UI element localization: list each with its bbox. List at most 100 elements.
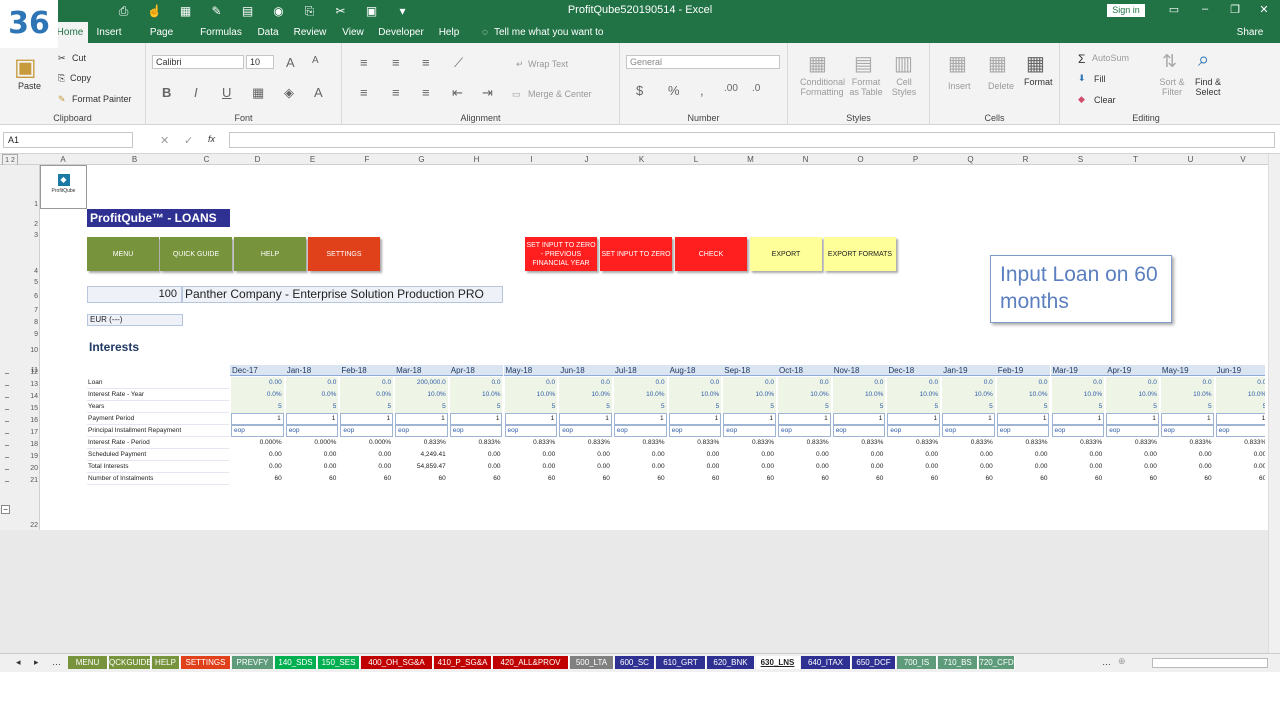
- insert-cells-button[interactable]: Insert: [948, 81, 971, 91]
- sheet-tab-710-bs[interactable]: 710_BS: [938, 656, 978, 669]
- table-cell[interactable]: 10.0%: [504, 389, 558, 401]
- formula-input[interactable]: [229, 132, 1275, 148]
- next-sheet-icon[interactable]: ▸: [34, 657, 39, 668]
- column-header-n[interactable]: N: [778, 154, 833, 165]
- align-left-icon[interactable]: ≡: [360, 85, 368, 100]
- row-header-16[interactable]: 16: [18, 417, 38, 424]
- fill-icon[interactable]: ⬇: [1078, 73, 1086, 84]
- row-header-8[interactable]: 8: [18, 319, 38, 326]
- table-cell[interactable]: 10.0%: [1160, 389, 1214, 401]
- table-cell[interactable]: 1: [832, 413, 886, 425]
- column-header-s[interactable]: S: [1053, 154, 1108, 165]
- tab-formulas[interactable]: Formulas: [196, 22, 246, 43]
- macro-button-quick-guide[interactable]: QUICK GUIDE: [160, 237, 232, 271]
- table-cell[interactable]: eop: [504, 425, 558, 437]
- row-header-14[interactable]: 14: [18, 393, 38, 400]
- macro-button-set-input-to-zero[interactable]: SET INPUT TO ZERO: [600, 237, 672, 271]
- row-header-18[interactable]: 18: [18, 441, 38, 448]
- row-header-4[interactable]: 4: [18, 268, 38, 275]
- sheet-tab-630-lns[interactable]: 630_LNS: [756, 656, 800, 669]
- column-header-r[interactable]: R: [998, 154, 1053, 165]
- comma-icon[interactable]: ,: [700, 83, 704, 98]
- cell-styles-icon[interactable]: ▥: [894, 51, 913, 76]
- table-cell[interactable]: 5: [1106, 401, 1159, 413]
- table-cell[interactable]: 10.0%: [832, 389, 886, 401]
- macro-button-menu[interactable]: MENU: [87, 237, 159, 271]
- sheet-tab-720-cfd[interactable]: 720_CFD: [979, 656, 1015, 669]
- table-cell[interactable]: 5: [832, 401, 886, 413]
- clear-icon[interactable]: ◆: [1078, 94, 1085, 105]
- print-icon[interactable]: ⎘: [294, 3, 325, 19]
- shrink-font-icon[interactable]: A: [312, 55, 319, 66]
- table-cell[interactable]: 5: [778, 401, 831, 413]
- row-header-7[interactable]: 7: [18, 307, 38, 314]
- table-cell[interactable]: 1: [1215, 413, 1265, 425]
- table-cell[interactable]: eop: [668, 425, 722, 437]
- column-header-j[interactable]: J: [559, 154, 614, 165]
- row-header-3[interactable]: 3: [18, 232, 38, 239]
- format-painter-icon[interactable]: ✎: [58, 94, 66, 105]
- sign-in-button[interactable]: Sign in: [1107, 4, 1145, 17]
- format-as-table-icon[interactable]: ▤: [854, 51, 873, 76]
- table-cell[interactable]: 0.0%: [340, 389, 394, 401]
- paste-icon[interactable]: ▣: [14, 53, 37, 82]
- autosum-button[interactable]: AutoSum: [1092, 53, 1129, 63]
- grow-font-icon[interactable]: A: [286, 55, 295, 70]
- row-header-15[interactable]: 15: [18, 405, 38, 412]
- table-cell[interactable]: 0.0: [832, 377, 886, 389]
- table-cell[interactable]: 1: [340, 413, 394, 425]
- table-cell[interactable]: 0.0%: [231, 389, 284, 401]
- decrease-decimal-icon[interactable]: .0: [752, 83, 760, 94]
- table-cell[interactable]: 0.0: [887, 377, 941, 389]
- enter-icon[interactable]: ✓: [184, 134, 193, 147]
- table-cell[interactable]: 1: [559, 413, 612, 425]
- table-cell[interactable]: 1: [231, 413, 284, 425]
- format-as-table-button[interactable]: Format as Table: [846, 77, 886, 97]
- tab-review[interactable]: Review: [290, 22, 330, 43]
- sheet-tab-400-oh-sg-a[interactable]: 400_OH_SG&A: [361, 656, 433, 669]
- column-header-g[interactable]: G: [394, 154, 449, 165]
- table-cell[interactable]: 10.0%: [778, 389, 831, 401]
- table-cell[interactable]: 5: [395, 401, 448, 413]
- table-cell[interactable]: 0.0: [942, 377, 995, 389]
- table-cell[interactable]: eop: [1051, 425, 1105, 437]
- table-cell[interactable]: 10.0%: [1215, 389, 1265, 401]
- document-icon[interactable]: ▤: [232, 3, 263, 19]
- name-box[interactable]: A1: [3, 132, 133, 148]
- column-header-u[interactable]: U: [1163, 154, 1218, 165]
- tab-help[interactable]: Help: [432, 22, 466, 43]
- tab-data[interactable]: Data: [252, 22, 284, 43]
- format-cells-icon[interactable]: ▦: [1026, 51, 1045, 76]
- vertical-scrollbar[interactable]: [1268, 154, 1280, 653]
- sort-filter-icon[interactable]: ⇅: [1162, 51, 1177, 72]
- table-cell[interactable]: 1: [613, 413, 667, 425]
- table-cell[interactable]: 0.0: [668, 377, 722, 389]
- row-header-5[interactable]: 5: [18, 279, 38, 286]
- fill-button[interactable]: Fill: [1094, 74, 1106, 84]
- table-cell[interactable]: 0.0: [340, 377, 394, 389]
- tab-view[interactable]: View: [336, 22, 370, 43]
- touch-mode-icon[interactable]: ☝: [139, 3, 170, 19]
- align-bottom-icon[interactable]: ≡: [422, 55, 430, 70]
- table-cell[interactable]: 1: [778, 413, 831, 425]
- table-cell[interactable]: 5: [285, 401, 339, 413]
- column-header-p[interactable]: P: [888, 154, 943, 165]
- table-cell[interactable]: eop: [1215, 425, 1265, 437]
- sheet-tab-settings[interactable]: SETTINGS: [181, 656, 231, 669]
- macro-button-export-formats[interactable]: EXPORT FORMATS: [824, 237, 896, 271]
- macro-button-settings[interactable]: SETTINGS: [308, 237, 380, 271]
- table-cell[interactable]: 1: [1106, 413, 1159, 425]
- sheet-tab-600-sc[interactable]: 600_SC: [615, 656, 655, 669]
- table-cell[interactable]: 5: [504, 401, 558, 413]
- tell-me-search[interactable]: Tell me what you want to do: [494, 22, 604, 59]
- table-cell[interactable]: 5: [231, 401, 284, 413]
- table-cell[interactable]: eop: [231, 425, 284, 437]
- row-header-22[interactable]: 22: [18, 522, 38, 529]
- font-size-select[interactable]: 10: [246, 55, 274, 69]
- cell-styles-button[interactable]: Cell Styles: [888, 77, 920, 97]
- table-cell[interactable]: 10.0%: [449, 389, 503, 401]
- table-cell[interactable]: 0.0: [1160, 377, 1214, 389]
- table-cell[interactable]: 1: [996, 413, 1050, 425]
- copy-icon[interactable]: ⎘: [58, 73, 65, 84]
- sheet-tab-420-all-prov[interactable]: 420_ALL&PROV: [493, 656, 569, 669]
